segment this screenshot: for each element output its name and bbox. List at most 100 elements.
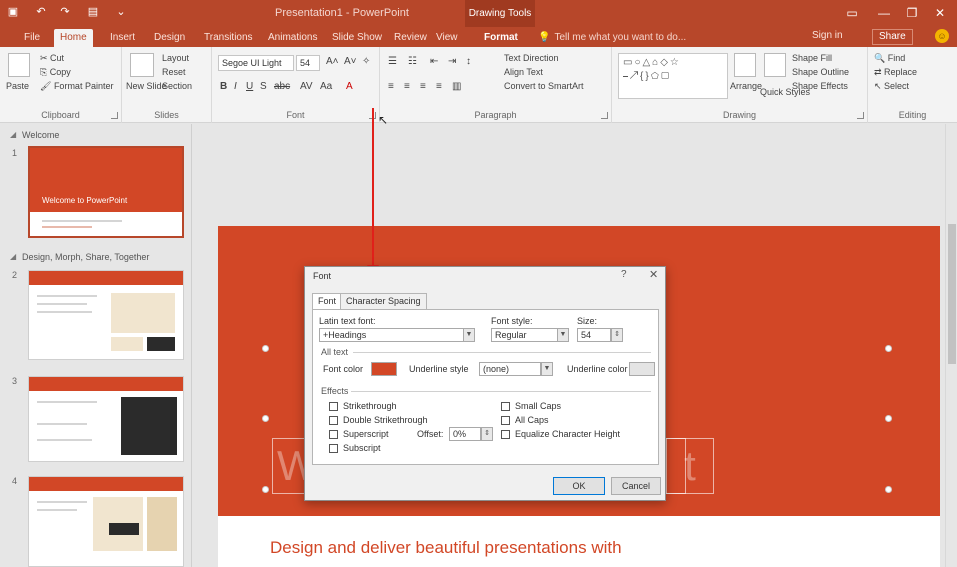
tab-review[interactable]: Review — [388, 29, 433, 47]
columns-icon[interactable]: ▥ — [452, 81, 461, 92]
slide-subtitle[interactable]: Design and deliver beautiful presentatio… — [270, 538, 622, 558]
character-spacing-icon[interactable]: AV — [300, 81, 313, 92]
tab-home[interactable]: Home — [54, 29, 93, 47]
vertical-scrollbar[interactable] — [945, 124, 957, 567]
grow-font-icon[interactable]: A˄ — [326, 56, 339, 67]
reset-button[interactable]: Reset — [162, 67, 186, 77]
underline-color-swatch[interactable] — [629, 362, 655, 376]
close-icon[interactable]: ✕ — [649, 268, 658, 281]
shapes-gallery[interactable]: ▭○△⌂◇☆ ⎯↗{}⬠▢ — [618, 53, 728, 99]
font-style-dropdown-icon[interactable]: ▼ — [557, 328, 569, 342]
font-style-field[interactable]: Regular — [491, 328, 559, 342]
line-spacing-icon[interactable]: ↕ — [466, 56, 471, 67]
tab-animations[interactable]: Animations — [262, 29, 323, 47]
resize-handle[interactable] — [262, 415, 269, 422]
italic-icon[interactable]: I — [234, 81, 237, 92]
present-icon[interactable]: ▤ — [86, 5, 100, 19]
copy-button[interactable]: ⎘ Copy — [40, 67, 71, 78]
strikethrough-icon[interactable]: abc — [274, 81, 290, 92]
underline-style-field[interactable]: (none) — [479, 362, 541, 376]
align-right-icon[interactable]: ≡ — [420, 81, 426, 92]
justify-icon[interactable]: ≡ — [436, 81, 442, 92]
latin-font-dropdown-icon[interactable]: ▼ — [463, 328, 475, 342]
slide-thumbnail-4[interactable] — [28, 476, 184, 567]
drawing-launcher-icon[interactable] — [857, 112, 864, 119]
section-design[interactable]: ◢ Design, Morph, Share, Together — [10, 252, 149, 262]
slide-thumbnail-1[interactable]: Welcome to PowerPoint — [28, 146, 184, 238]
offset-spinner-icon[interactable]: ⇕ — [481, 427, 493, 441]
feedback-smiley-icon[interactable]: ☺ — [935, 29, 949, 43]
size-spinner-icon[interactable]: ⇕ — [611, 328, 623, 342]
tab-file[interactable]: File — [18, 29, 46, 47]
resize-handle[interactable] — [885, 486, 892, 493]
font-name-box[interactable]: Segoe UI Light — [218, 55, 294, 71]
clipboard-launcher-icon[interactable] — [111, 112, 118, 119]
find-button[interactable]: 🔍 Find — [874, 53, 905, 64]
offset-field[interactable]: 0% — [449, 427, 481, 441]
font-size-box[interactable]: 54 — [296, 55, 320, 71]
latin-font-field[interactable]: +Headings — [319, 328, 469, 342]
font-color-swatch[interactable] — [371, 362, 397, 376]
tab-character-spacing[interactable]: Character Spacing — [340, 293, 427, 309]
align-center-icon[interactable]: ≡ — [404, 81, 410, 92]
save-icon[interactable]: ▣ — [6, 5, 20, 19]
tab-insert[interactable]: Insert — [104, 29, 141, 47]
strikethrough-checkbox[interactable] — [329, 402, 338, 411]
align-left-icon[interactable]: ≡ — [388, 81, 394, 92]
replace-button[interactable]: ⇄ Replace — [874, 67, 917, 78]
paragraph-launcher-icon[interactable] — [601, 112, 608, 119]
help-icon[interactable]: ? — [621, 269, 627, 280]
small-caps-checkbox[interactable] — [501, 402, 510, 411]
underline-style-dropdown-icon[interactable]: ▼ — [541, 362, 553, 376]
subscript-checkbox[interactable] — [329, 444, 338, 453]
tab-transitions[interactable]: Transitions — [198, 29, 259, 47]
tab-view[interactable]: View — [430, 29, 464, 47]
redo-icon[interactable]: ↷ — [58, 5, 72, 19]
layout-button[interactable]: Layout — [162, 53, 189, 63]
arrange-icon[interactable] — [734, 53, 756, 77]
superscript-checkbox[interactable] — [329, 430, 338, 439]
shape-effects-button[interactable]: Shape Effects — [792, 81, 848, 91]
sign-in-link[interactable]: Sign in — [812, 30, 843, 41]
format-painter-button[interactable]: 🖌 Format Painter — [40, 81, 113, 92]
section-welcome[interactable]: ◢ Welcome — [10, 130, 59, 140]
clear-formatting-icon[interactable]: ✧ — [362, 56, 370, 67]
resize-handle[interactable] — [885, 415, 892, 422]
arrange-button[interactable]: Arrange — [730, 81, 762, 91]
equalize-height-checkbox[interactable] — [501, 430, 510, 439]
tell-me-box[interactable]: 💡 Tell me what you want to do... — [538, 30, 686, 46]
tab-design[interactable]: Design — [148, 29, 191, 47]
shrink-font-icon[interactable]: A˅ — [344, 56, 357, 67]
customize-qat-icon[interactable]: ⌄ — [114, 5, 128, 19]
tab-slide-show[interactable]: Slide Show — [326, 29, 388, 47]
cut-button[interactable]: ✂ Cut — [40, 53, 64, 64]
double-strikethrough-checkbox[interactable] — [329, 416, 338, 425]
change-case-icon[interactable]: Aa — [320, 81, 332, 92]
align-text-button[interactable]: Align Text — [504, 67, 543, 77]
new-slide-icon[interactable] — [130, 53, 154, 77]
ok-button[interactable]: OK — [553, 477, 605, 495]
shadow-icon[interactable]: S — [260, 81, 267, 92]
text-direction-button[interactable]: Text Direction — [504, 53, 559, 63]
increase-indent-icon[interactable]: ⇥ — [448, 56, 456, 67]
size-field[interactable]: 54 — [577, 328, 611, 342]
shape-outline-button[interactable]: Shape Outline — [792, 67, 849, 77]
share-button[interactable]: Share — [872, 29, 913, 45]
quick-styles-icon[interactable] — [764, 53, 786, 77]
decrease-indent-icon[interactable]: ⇤ — [430, 56, 438, 67]
underline-icon[interactable]: U — [246, 81, 253, 92]
resize-handle[interactable] — [262, 345, 269, 352]
cancel-button[interactable]: Cancel — [611, 477, 661, 495]
new-slide-button[interactable]: New Slide — [126, 81, 167, 91]
bold-icon[interactable]: B — [220, 81, 227, 92]
paste-icon[interactable] — [8, 53, 30, 77]
section-button[interactable]: Section — [162, 81, 192, 91]
font-color-icon[interactable]: A — [346, 81, 353, 92]
all-caps-checkbox[interactable] — [501, 416, 510, 425]
resize-handle[interactable] — [262, 486, 269, 493]
numbering-icon[interactable]: ☷ — [408, 56, 417, 67]
undo-icon[interactable]: ↶ — [34, 5, 48, 19]
slide-thumbnail-2[interactable] — [28, 270, 184, 360]
select-button[interactable]: ↖ Select — [874, 81, 909, 92]
tab-format[interactable]: Format — [478, 29, 524, 47]
